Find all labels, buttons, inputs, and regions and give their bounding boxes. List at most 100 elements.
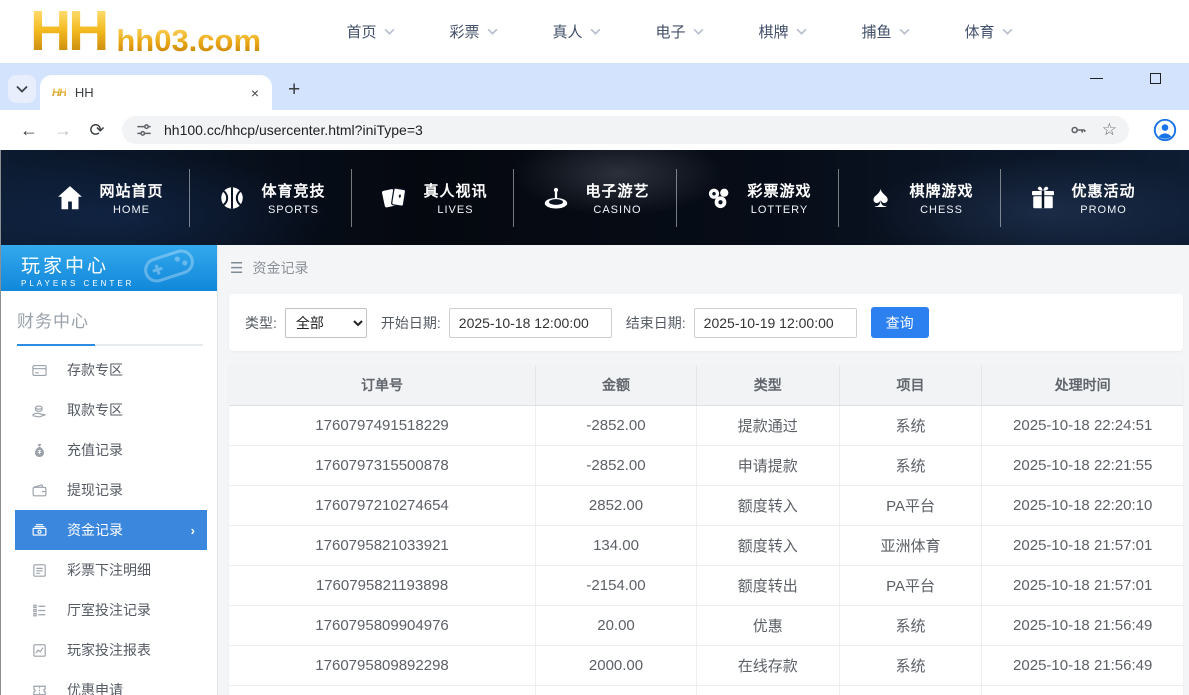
logo-hh-text: HH bbox=[30, 7, 106, 55]
minimize-button[interactable] bbox=[1090, 78, 1103, 80]
site-logo[interactable]: HH hh03.com bbox=[30, 7, 261, 55]
chevron-down-icon bbox=[899, 28, 910, 35]
gamenav-label-zh: 网站首页 bbox=[99, 180, 163, 201]
search-button[interactable]: 查询 bbox=[871, 307, 929, 338]
browser-tabstrip: HH HH × + bbox=[0, 63, 1189, 110]
cell-time bbox=[982, 685, 1183, 695]
gamenav-chess[interactable]: ♠ 棋牌游戏 CHESS bbox=[861, 180, 978, 216]
cell-time: 2025-10-18 21:57:01 bbox=[982, 525, 1183, 565]
top-nav-lottery[interactable]: 彩票 bbox=[422, 21, 525, 42]
cell-type: 额度转入 bbox=[696, 525, 839, 565]
address-bar[interactable]: hh100.cc/hhcp/usercenter.html?iniType=3 … bbox=[122, 116, 1129, 144]
cell-amount: 134.00 bbox=[536, 525, 697, 565]
gamenav-casino[interactable]: 电子游艺 CASINO bbox=[536, 180, 653, 216]
top-nav-casino[interactable]: 电子 bbox=[628, 21, 731, 42]
top-nav-label: 棋牌 bbox=[759, 21, 789, 42]
gamenav-label-en: PROMO bbox=[1072, 204, 1136, 216]
table-row: 1760797210274654 2852.00 额度转入 PA平台 2025-… bbox=[229, 485, 1183, 525]
playing-cards-icon bbox=[378, 182, 410, 214]
cell-type: 提款通过 bbox=[696, 405, 839, 445]
roulette-icon bbox=[540, 182, 572, 214]
gamenav-home[interactable]: 网站首页 HOME bbox=[50, 180, 167, 216]
new-tab-button[interactable]: + bbox=[288, 79, 300, 100]
col-header-type: 类型 bbox=[696, 365, 839, 405]
cell-time: 2025-10-18 22:20:10 bbox=[982, 485, 1183, 525]
start-date-label: 开始日期: bbox=[381, 313, 441, 333]
gift-icon bbox=[1027, 182, 1059, 214]
table-row: 1760797491518229 -2852.00 提款通过 系统 2025-1… bbox=[229, 405, 1183, 445]
cell-type: 额度转入 bbox=[696, 485, 839, 525]
gamenav-label-zh: 棋牌游戏 bbox=[910, 180, 974, 201]
site-settings-icon[interactable] bbox=[134, 120, 154, 140]
sidebar-item-funds-records[interactable]: 资金记录 › bbox=[15, 510, 207, 550]
cell-type: 申请提款 bbox=[696, 445, 839, 485]
breadcrumb-title: 资金记录 bbox=[252, 258, 308, 278]
sidebar-item-withdraw[interactable]: 取款专区 bbox=[1, 390, 217, 430]
cell-project: PA平台 bbox=[839, 565, 982, 605]
sidebar-item-hall-bet-records[interactable]: 厅室投注记录 bbox=[1, 590, 217, 630]
hand-money-icon bbox=[31, 402, 48, 419]
sidebar-item-promo-apply[interactable]: 优惠申请 bbox=[1, 670, 217, 695]
wallet-icon bbox=[31, 482, 48, 499]
gamenav-sports[interactable]: 体育竞技 SPORTS bbox=[212, 180, 329, 216]
end-date-input[interactable] bbox=[694, 308, 857, 338]
browser-toolbar: ← → ⟳ hh100.cc/hhcp/usercenter.html?iniT… bbox=[0, 110, 1189, 150]
sidebar-item-recharge-records[interactable]: 充值记录 bbox=[1, 430, 217, 470]
tab-close-icon[interactable]: × bbox=[248, 85, 262, 101]
gamenav-label-en: LIVES bbox=[423, 204, 487, 216]
gamenav-label-en: CASINO bbox=[585, 204, 649, 216]
tab-search-button[interactable] bbox=[8, 75, 36, 103]
type-select[interactable]: 全部 bbox=[285, 308, 367, 338]
chevron-down-icon bbox=[1002, 28, 1013, 35]
gamenav-label-en: LOTTERY bbox=[748, 204, 812, 216]
top-nav-home[interactable]: 首页 bbox=[319, 21, 422, 42]
maximize-button[interactable] bbox=[1150, 73, 1161, 84]
type-label: 类型: bbox=[245, 313, 277, 333]
divider bbox=[351, 169, 352, 227]
finance-center-label: 财务中心 bbox=[17, 307, 203, 332]
table-row-partial bbox=[229, 685, 1183, 695]
back-button[interactable]: ← bbox=[12, 120, 46, 141]
sidebar-item-lottery-bet-detail[interactable]: 彩票下注明细 bbox=[1, 550, 217, 590]
top-nav-chess[interactable]: 棋牌 bbox=[731, 21, 834, 42]
url-text[interactable]: hh100.cc/hhcp/usercenter.html?iniType=3 bbox=[164, 122, 1068, 138]
top-nav-fishing[interactable]: 捕鱼 bbox=[834, 21, 937, 42]
tab-title: HH bbox=[75, 85, 248, 100]
cell-amount: 2000.00 bbox=[536, 645, 697, 685]
money-bag-icon bbox=[31, 442, 48, 459]
reload-button[interactable]: ⟳ bbox=[80, 120, 114, 141]
top-nav-sports[interactable]: 体育 bbox=[937, 21, 1040, 42]
forward-button[interactable]: → bbox=[46, 120, 80, 141]
sidebar-item-label: 存款专区 bbox=[67, 360, 123, 380]
start-date-input[interactable] bbox=[449, 308, 612, 338]
cell-time: 2025-10-18 21:57:01 bbox=[982, 565, 1183, 605]
chevron-down-icon bbox=[384, 28, 395, 35]
document-list-icon bbox=[31, 562, 48, 579]
gamenav-label-en: CHESS bbox=[910, 204, 974, 216]
bookmark-star-icon[interactable]: ☆ bbox=[1102, 120, 1117, 140]
sidebar-item-label: 资金记录 bbox=[67, 520, 123, 540]
chevron-down-icon bbox=[487, 28, 498, 35]
profile-avatar-icon[interactable] bbox=[1153, 118, 1177, 142]
gamenav-label-zh: 彩票游戏 bbox=[748, 180, 812, 201]
browser-tab[interactable]: HH HH × bbox=[40, 75, 272, 110]
sidebar-item-player-bet-report[interactable]: 玩家投注报表 bbox=[1, 630, 217, 670]
cell-amount: -2852.00 bbox=[536, 445, 697, 485]
sidebar-item-withdrawal-records[interactable]: 提现记录 bbox=[1, 470, 217, 510]
spade-icon: ♠ bbox=[865, 182, 897, 214]
logo-domain-text: hh03.com bbox=[116, 25, 261, 56]
top-nav-live[interactable]: 真人 bbox=[525, 21, 628, 42]
cell-time: 2025-10-18 21:56:49 bbox=[982, 605, 1183, 645]
sidebar-item-label: 优惠申请 bbox=[67, 680, 123, 695]
col-header-time: 处理时间 bbox=[982, 365, 1183, 405]
password-key-icon[interactable] bbox=[1068, 120, 1088, 140]
gamenav-lives[interactable]: 真人视讯 LIVES bbox=[374, 180, 491, 216]
tab-favicon: HH bbox=[52, 87, 66, 99]
sidebar-item-label: 厅室投注记录 bbox=[67, 600, 151, 620]
cell-order: 1760795821033921 bbox=[229, 525, 536, 565]
site-top-nav: 首页 彩票 真人 电子 棋牌 捕鱼 bbox=[319, 21, 1040, 42]
sidebar-item-deposit[interactable]: 存款专区 bbox=[1, 350, 217, 390]
sidebar-item-label: 彩票下注明细 bbox=[67, 560, 151, 580]
gamenav-lottery[interactable]: 彩票游戏 LOTTERY bbox=[699, 180, 816, 216]
gamenav-promo[interactable]: 优惠活动 PROMO bbox=[1023, 180, 1140, 216]
